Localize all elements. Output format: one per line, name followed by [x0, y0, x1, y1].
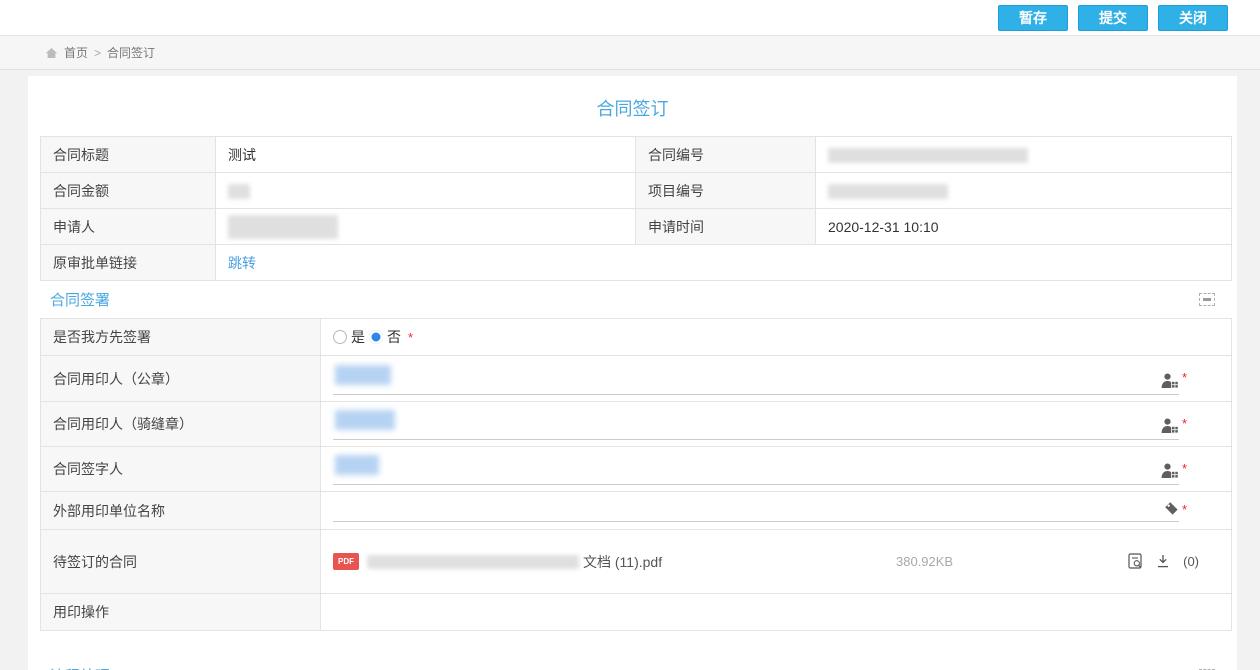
applicant-value [216, 209, 636, 245]
file-name[interactable]: 文档 (11).pdf [583, 552, 662, 572]
collapse-icon[interactable] [1199, 293, 1215, 306]
download-icon[interactable] [1156, 554, 1170, 569]
file-size: 380.92KB [896, 554, 953, 569]
jump-link[interactable]: 跳转 [228, 255, 256, 271]
project-no-label: 项目编号 [636, 173, 816, 209]
top-toolbar: 暂存 提交 关闭 [0, 0, 1260, 36]
person-select-icon[interactable] [1161, 418, 1179, 437]
breadcrumb: 首页 > 合同签订 [0, 36, 1260, 70]
required-mark: * [1182, 416, 1187, 431]
radio-yes[interactable] [333, 330, 347, 344]
project-no-value [816, 173, 1232, 209]
signer-input[interactable] [333, 453, 1179, 485]
form-card: 合同签订 合同标题 测试 合同编号 合同金额 项目编号 申请人 申请时间 202… [28, 76, 1237, 670]
save-draft-button[interactable]: 暂存 [998, 5, 1068, 31]
file-attachment-row: PDF 文档 (11).pdf 380.92KB (0) [333, 552, 1231, 572]
breadcrumb-separator: > [94, 46, 101, 60]
breadcrumb-home[interactable]: 首页 [64, 44, 88, 61]
apply-time-label: 申请时间 [636, 209, 816, 245]
process-section-header: 流程处理 [28, 657, 1237, 670]
table-row: 用印操作 [41, 594, 1232, 631]
required-mark: * [1182, 502, 1187, 517]
table-row: 待签订的合同 PDF 文档 (11).pdf 380.92KB (0) [41, 530, 1232, 594]
table-row: 原审批单链接 跳转 [41, 245, 1232, 281]
close-button[interactable]: 关闭 [1158, 5, 1228, 31]
person-select-icon[interactable] [1161, 463, 1179, 482]
applicant-label: 申请人 [41, 209, 216, 245]
page-title: 合同签订 [28, 76, 1237, 136]
contract-no-value [816, 137, 1232, 173]
required-mark: * [1182, 461, 1187, 476]
table-row: 合同标题 测试 合同编号 [41, 137, 1232, 173]
seal-official-label: 合同用印人（公章） [41, 356, 321, 402]
table-row: 合同签字人 * [41, 447, 1232, 492]
external-unit-label: 外部用印单位名称 [41, 492, 321, 530]
seal-cross-input[interactable] [333, 408, 1179, 440]
pdf-file-icon: PDF [333, 553, 359, 570]
breadcrumb-current: 合同签订 [107, 44, 155, 61]
table-row: 合同用印人（骑缝章） * [41, 402, 1232, 447]
process-section-title: 流程处理 [50, 665, 110, 670]
table-row: 是否我方先签署 是 否 * [41, 319, 1232, 356]
required-mark: * [1182, 370, 1187, 385]
table-row: 合同用印人（公章） * [41, 356, 1232, 402]
approval-link-label: 原审批单链接 [41, 245, 216, 281]
signer-label: 合同签字人 [41, 447, 321, 492]
table-row: 外部用印单位名称 * [41, 492, 1232, 530]
download-count: (0) [1183, 554, 1199, 569]
tag-icon[interactable] [1164, 501, 1179, 519]
first-sign-value: 是 否 * [321, 319, 1232, 356]
preview-icon[interactable] [1128, 553, 1143, 570]
signer-field: * [321, 447, 1232, 492]
seal-official-input[interactable] [333, 363, 1179, 395]
contract-file-cell: PDF 文档 (11).pdf 380.92KB (0) [321, 530, 1232, 594]
table-row: 合同金额 项目编号 [41, 173, 1232, 209]
contract-title-label: 合同标题 [41, 137, 216, 173]
external-unit-input[interactable] [333, 500, 1179, 522]
contract-file-label: 待签订的合同 [41, 530, 321, 594]
contract-title-value: 测试 [216, 137, 636, 173]
first-sign-radio-group: 是 否 * [333, 327, 1231, 347]
seal-official-field: * [321, 356, 1232, 402]
submit-button[interactable]: 提交 [1078, 5, 1148, 31]
home-icon [45, 47, 58, 59]
seal-cross-field: * [321, 402, 1232, 447]
radio-no-label: 否 [387, 327, 401, 347]
apply-time-value: 2020-12-31 10:10 [816, 209, 1232, 245]
amount-label: 合同金额 [41, 173, 216, 209]
required-mark: * [408, 330, 413, 345]
seal-cross-label: 合同用印人（骑缝章） [41, 402, 321, 447]
radio-no[interactable] [369, 330, 383, 344]
external-unit-field: * [321, 492, 1232, 530]
sign-form-table: 是否我方先签署 是 否 * 合同用印人（公章） * [40, 318, 1232, 631]
approval-link-cell: 跳转 [216, 245, 1232, 281]
seal-operation-label: 用印操作 [41, 594, 321, 631]
seal-operation-value [321, 594, 1232, 631]
contract-info-table: 合同标题 测试 合同编号 合同金额 项目编号 申请人 申请时间 2020-12-… [40, 136, 1232, 281]
sign-section-title: 合同签署 [50, 289, 110, 310]
sign-section-header: 合同签署 [28, 281, 1237, 318]
contract-no-label: 合同编号 [636, 137, 816, 173]
amount-value [216, 173, 636, 209]
radio-yes-label: 是 [351, 327, 365, 347]
person-select-icon[interactable] [1161, 373, 1179, 392]
table-row: 申请人 申请时间 2020-12-31 10:10 [41, 209, 1232, 245]
first-sign-label: 是否我方先签署 [41, 319, 321, 356]
